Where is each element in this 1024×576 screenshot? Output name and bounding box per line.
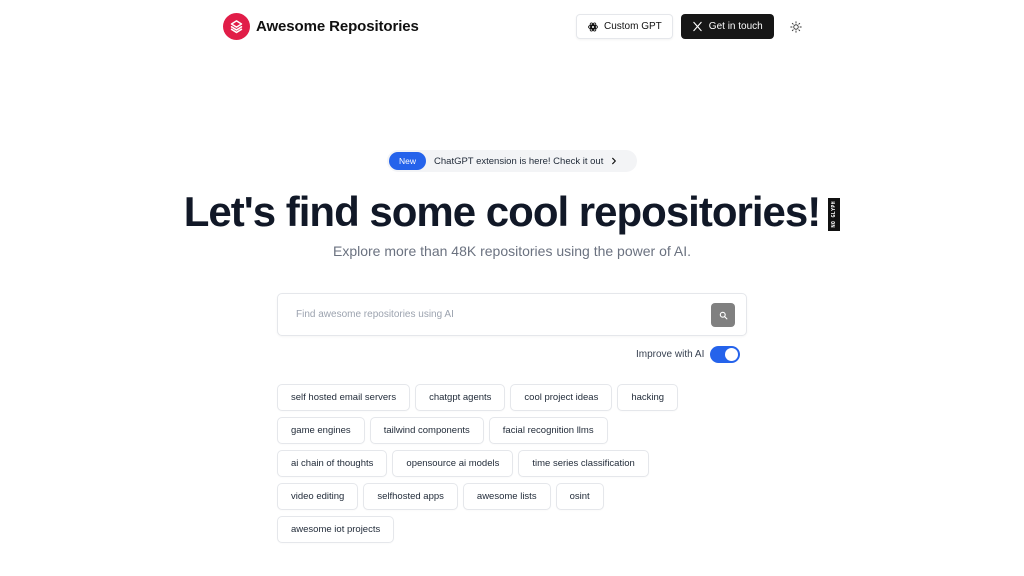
improve-with-ai-row: Improve with AI	[636, 346, 741, 363]
suggestion-chip[interactable]: awesome lists	[462, 483, 551, 510]
chevron-right-icon	[610, 157, 618, 165]
suggestion-chips: self hosted email servers chatgpt agents c…	[277, 384, 717, 543]
suggestion-chip[interactable]: time series classification	[518, 450, 649, 477]
suggestion-chip[interactable]: chatgpt agents	[415, 384, 506, 411]
announcement-banner[interactable]: New ChatGPT extension is here! Check it …	[387, 150, 637, 172]
announcement-text: ChatGPT extension is here! Check it out	[434, 155, 604, 167]
brand-logo-link[interactable]: Awesome Repositories	[223, 13, 419, 40]
search-bar	[277, 293, 747, 336]
hero-subtitle: Explore more than 48K repositories using…	[333, 243, 691, 259]
get-in-touch-label: Get in touch	[708, 21, 763, 32]
suggestion-chip[interactable]: video editing	[277, 483, 359, 510]
search-icon	[719, 311, 728, 320]
suggestion-chip[interactable]: facial recognition llms	[488, 417, 608, 444]
suggestion-chip[interactable]: osint	[555, 483, 604, 510]
hero-title-text: Let's find some cool repositories!	[183, 188, 821, 235]
custom-gpt-label: Custom GPT	[604, 21, 662, 32]
layers-icon	[223, 13, 250, 40]
missing-glyph-label: NO GLYPH	[831, 200, 838, 228]
hero-heading: Let's find some cool repositories! NO GL…	[0, 188, 1024, 236]
suggestion-chip[interactable]: awesome iot projects	[277, 516, 395, 543]
new-badge: New	[389, 152, 427, 170]
suggestion-chip[interactable]: cool project ideas	[510, 384, 613, 411]
suggestion-chip[interactable]: hacking	[617, 384, 679, 411]
brand-name: Awesome Repositories	[256, 18, 419, 35]
improve-with-ai-label: Improve with AI	[636, 349, 705, 360]
x-logo-icon	[692, 21, 703, 32]
get-in-touch-button[interactable]: Get in touch	[680, 14, 774, 39]
suggestion-chip[interactable]: ai chain of thoughts	[277, 450, 388, 477]
search-button[interactable]	[711, 303, 735, 327]
suggestion-chip[interactable]: self hosted email servers	[277, 384, 411, 411]
suggestion-chip[interactable]: opensource ai models	[392, 450, 514, 477]
openai-icon	[587, 21, 599, 33]
header-actions: Custom GPT Get in touch	[576, 14, 808, 39]
toggle-knob	[725, 348, 739, 361]
suggestion-chip[interactable]: tailwind components	[369, 417, 484, 444]
custom-gpt-button[interactable]: Custom GPT	[576, 14, 673, 39]
missing-emoji-glyph-icon: NO GLYPH	[828, 197, 841, 231]
site-header: Awesome Repositories Custom GPT Get in t…	[0, 0, 1024, 54]
search-input[interactable]	[296, 294, 696, 335]
theme-toggle-button[interactable]	[784, 15, 808, 39]
improve-with-ai-toggle[interactable]	[710, 346, 741, 363]
suggestion-chip[interactable]: game engines	[277, 417, 365, 444]
sun-icon	[790, 20, 802, 33]
suggestion-chip[interactable]: selfhosted apps	[363, 483, 458, 510]
